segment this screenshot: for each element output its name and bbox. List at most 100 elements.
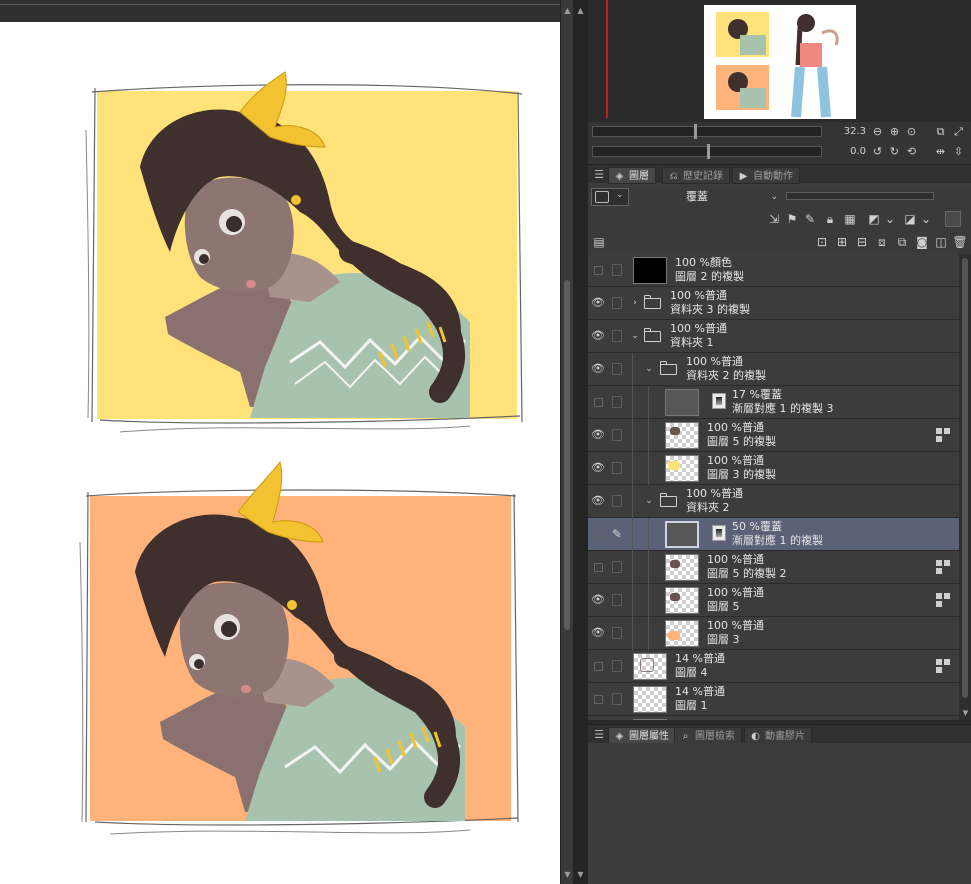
visibility-toggle[interactable] <box>591 395 605 409</box>
scroll-down-icon[interactable]: ▼ <box>563 870 572 879</box>
panel-divider[interactable]: ▲ ▼ <box>573 0 588 884</box>
rotation-slider[interactable] <box>592 144 822 159</box>
fit-window-icon[interactable]: ⧉ <box>934 125 947 138</box>
layer-row[interactable]: 👁︎ 100 %普通 圖層 5 的複製 <box>588 419 959 452</box>
layer-lock-toggle[interactable] <box>612 462 622 474</box>
chevron-down-icon[interactable]: ⌄ <box>918 211 934 227</box>
blend-mode-select[interactable]: 覆蓋 ⌄ <box>632 188 782 206</box>
layer-row[interactable]: 👁︎ 100 %普通 圖層 5 <box>588 584 959 617</box>
layer-lock-toggle[interactable] <box>612 429 622 441</box>
layer-row[interactable]: 👁︎ ⌄ 100 %普通 資料夾 1 <box>588 320 959 353</box>
chevron-down-icon[interactable]: ⌄ <box>644 363 654 375</box>
panel-menu-icon[interactable]: ☰ <box>592 167 606 182</box>
lock-layer-icon[interactable]: 🔒︎ <box>822 211 838 227</box>
layer-lock-toggle[interactable] <box>612 561 622 573</box>
canvas-paper[interactable] <box>0 22 560 884</box>
layer-list-scrollbar[interactable]: ▼ <box>959 254 971 720</box>
layer-lock-toggle[interactable] <box>612 396 622 408</box>
eye-icon[interactable]: 👁︎ <box>591 593 605 607</box>
layer-lock-toggle[interactable] <box>612 297 622 309</box>
actual-size-icon[interactable]: ⊙ <box>905 125 918 138</box>
reset-rotation-icon[interactable]: ⟲ <box>905 145 918 158</box>
visibility-toggle[interactable] <box>591 659 605 673</box>
layer-scroll-thumb[interactable] <box>962 258 968 698</box>
eye-icon[interactable]: 👁︎ <box>591 626 605 640</box>
navigator-preview[interactable] <box>588 0 971 122</box>
layer-row[interactable]: 14 %普通 圖層 1 <box>588 683 959 716</box>
tab-auto-action[interactable]: ▶ 自動動作 <box>732 167 800 184</box>
new-vector-layer-icon[interactable]: ⊞ <box>834 234 850 250</box>
eye-icon[interactable]: 👁︎ <box>591 461 605 475</box>
tab-layer-search[interactable]: ⌕ 圖層檢索 <box>674 727 742 744</box>
layer-lock-toggle[interactable] <box>612 660 622 672</box>
layer-row[interactable]: 👁︎ ⌄ 100 %普通 資料夾 2 <box>588 485 959 518</box>
layer-lock-toggle[interactable] <box>612 330 622 342</box>
combine-with-layer-below-icon[interactable]: ⧉ <box>894 234 910 250</box>
layer-row[interactable]: 100 %普通 圖層 5 的複製 2 <box>588 551 959 584</box>
layer-lock-toggle[interactable] <box>612 627 622 639</box>
layer-row[interactable]: 👁︎ 100 %普通 圖層 3 的複製 <box>588 452 959 485</box>
flip-vertical-icon[interactable]: ⇳ <box>952 145 965 158</box>
layer-color-swatch[interactable]: ⌄ <box>591 188 629 206</box>
layer-row[interactable]: 14 %普通 圖層 4 <box>588 650 959 683</box>
flip-horizontal-icon[interactable]: ⇹ <box>934 145 947 158</box>
enable-mask-icon[interactable]: ◩ <box>866 211 882 227</box>
delete-layer-icon[interactable]: 🗑︎ <box>952 234 968 250</box>
scroll-up-icon[interactable]: ▲ <box>563 6 572 15</box>
canvas-area[interactable] <box>0 0 560 884</box>
create-layer-mask-icon[interactable]: ◙ <box>914 234 930 250</box>
chevron-down-icon[interactable]: ⌄ <box>644 495 654 507</box>
apply-mask-icon[interactable]: ◫ <box>933 234 949 250</box>
visibility-toggle[interactable] <box>591 263 605 277</box>
fit-navigator-icon[interactable]: ⤢ <box>952 125 965 138</box>
layer-list[interactable]: 100 %顏色 圖層 2 的複製 👁︎ › 100 %普通 資料夾 3 的複製 … <box>588 254 959 720</box>
layer-row[interactable]: 👁︎ › 100 %普通 資料夾 3 的複製 <box>588 287 959 320</box>
layer-row[interactable]: 👁︎ ⌄ 100 %普通 資料夾 2 的複製 <box>588 353 959 386</box>
layer-row[interactable]: 👁︎ 100 %普通 圖層 3 <box>588 617 959 650</box>
chevron-down-icon[interactable]: ⌄ <box>882 211 898 227</box>
eye-icon[interactable]: 👁︎ <box>591 494 605 508</box>
new-folder-icon[interactable]: ⊟ <box>854 234 870 250</box>
canvas-vertical-scrollbar[interactable]: ▲ ▼ <box>560 0 573 884</box>
tab-animation-cels[interactable]: ◐ 動畫膠片 <box>744 727 812 744</box>
layer-lock-toggle[interactable] <box>612 594 622 606</box>
eye-icon[interactable]: 👁︎ <box>591 362 605 376</box>
navigator-thumbnail[interactable] <box>704 5 856 119</box>
visibility-toggle[interactable] <box>591 527 605 541</box>
new-raster-layer-icon[interactable]: ⊡ <box>814 234 830 250</box>
layer-color-icon[interactable] <box>945 211 961 227</box>
layer-row[interactable]: 17 %覆蓋 漸層對應 1 的複製 3 <box>588 386 959 419</box>
set-selection-layer-icon[interactable]: ✎ <box>802 211 818 227</box>
tab-layer[interactable]: ◈ 圖層 <box>608 167 656 184</box>
visibility-toggle[interactable] <box>591 692 605 706</box>
tab-history[interactable]: ⎌ 歷史記錄 <box>662 167 730 184</box>
layer-lock-toggle[interactable] <box>612 495 622 507</box>
visibility-toggle[interactable] <box>591 560 605 574</box>
chevron-down-icon[interactable]: ⌄ <box>630 330 640 342</box>
clip-to-lower-layer-icon[interactable]: ⇲ <box>766 211 782 227</box>
layer-panel-settings-icon[interactable]: ▤ <box>591 234 607 250</box>
layer-row[interactable]: 100 %顏色 圖層 2 的複製 <box>588 254 959 287</box>
layer-lock-toggle[interactable] <box>612 693 622 705</box>
panel-scroll-up-icon[interactable]: ▲ <box>576 6 585 15</box>
zoom-slider[interactable] <box>592 124 822 139</box>
tab-layer-property[interactable]: ◈ 圖層屬性 <box>608 727 676 744</box>
panel-menu-icon[interactable]: ☰ <box>592 727 606 742</box>
layer-lock-toggle[interactable] <box>612 264 622 276</box>
ruler-range-icon[interactable]: ◪ <box>902 211 918 227</box>
eye-icon[interactable]: 👁︎ <box>591 296 605 310</box>
scroll-down-icon[interactable]: ▼ <box>961 709 970 718</box>
eye-icon[interactable]: 👁︎ <box>591 428 605 442</box>
chevron-right-icon[interactable]: › <box>630 297 640 309</box>
eye-icon[interactable]: 👁︎ <box>591 329 605 343</box>
lock-transparent-icon[interactable]: ▦ <box>842 211 858 227</box>
opacity-slider[interactable] <box>786 192 934 200</box>
rotate-left-icon[interactable]: ↺ <box>871 145 884 158</box>
zoom-out-icon[interactable]: ⊖ <box>871 125 884 138</box>
canvas-scroll-thumb[interactable] <box>564 280 570 630</box>
panel-scroll-down-icon[interactable]: ▼ <box>576 870 585 879</box>
zoom-in-icon[interactable]: ⊕ <box>888 125 901 138</box>
rotate-right-icon[interactable]: ↻ <box>888 145 901 158</box>
layer-row-selected[interactable]: ✎ 50 %覆蓋 漸層對應 1 的複製 <box>588 518 959 551</box>
layer-lock-toggle[interactable] <box>612 363 622 375</box>
